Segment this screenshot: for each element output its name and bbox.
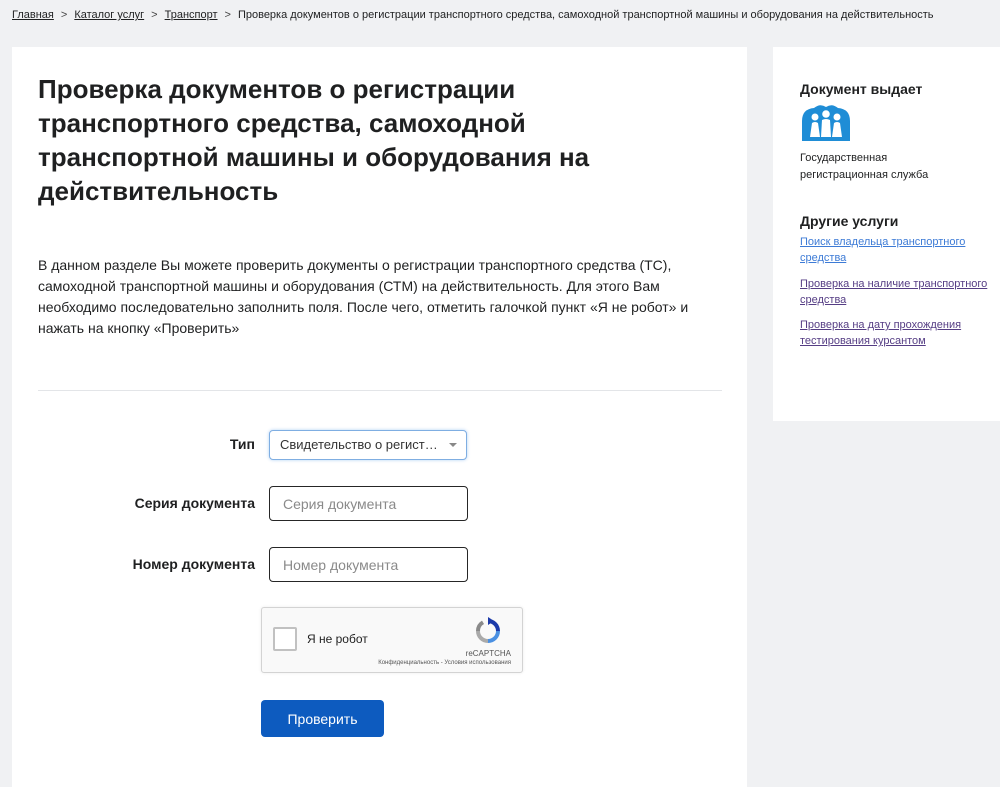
series-input[interactable] — [269, 486, 468, 521]
type-select-value: Свидетельство о регистрации — [280, 437, 462, 452]
recaptcha-brand: reCAPTCHA — [465, 649, 511, 658]
breadcrumb-transport[interactable]: Транспорт — [165, 9, 218, 21]
breadcrumb-catalog[interactable]: Каталог услуг — [74, 9, 144, 21]
chevron-down-icon — [449, 443, 457, 447]
recaptcha-widget: Я не робот reCAPTCHA Конфиденциальность … — [261, 607, 523, 673]
breadcrumb-separator: > — [224, 9, 231, 21]
registration-service-logo — [802, 105, 850, 141]
type-label: Тип — [229, 436, 255, 452]
service-link-test-date[interactable]: Проверка на дату прохождения тестировани… — [800, 317, 990, 349]
issuer-name: Государственная регистрационная служба — [800, 152, 929, 181]
submit-button[interactable]: Проверить — [261, 700, 384, 737]
number-input[interactable] — [269, 547, 468, 582]
main-card: Проверка документов о регистрации трансп… — [12, 47, 747, 787]
breadcrumb-home[interactable]: Главная — [12, 9, 54, 21]
issuer-heading: Документ выдает — [800, 81, 923, 97]
page-title: Проверка документов о регистрации трансп… — [38, 74, 590, 206]
breadcrumb-current: Проверка документов о регистрации трансп… — [237, 9, 934, 21]
intro-text: В данном разделе Вы можете проверить док… — [38, 257, 689, 336]
sidebar-card: Документ выдает Государственная регистра… — [773, 47, 1000, 421]
service-link-owner-search[interactable]: Поиск владельца транспортного средства — [800, 234, 990, 266]
recaptcha-checkbox[interactable] — [273, 627, 297, 651]
breadcrumb-separator: > — [151, 9, 158, 21]
number-label: Номер документа — [132, 556, 255, 572]
service-link-vehicle-check[interactable]: Проверка на наличие транспортного средст… — [800, 276, 990, 308]
recaptcha-terms[interactable]: Конфиденциальность - Условия использован… — [378, 660, 511, 666]
recaptcha-logo-icon — [476, 617, 500, 643]
type-select[interactable]: Свидетельство о регистрации — [269, 430, 467, 460]
breadcrumb-separator: > — [60, 9, 68, 21]
other-services-heading: Другие услуги — [800, 213, 899, 229]
divider — [38, 390, 722, 391]
breadcrumb: Главная > Каталог услуг > Транспорт > Проверка… — [12, 9, 992, 21]
recaptcha-label: Я не робот — [307, 632, 368, 646]
series-label: Серия документа — [134, 495, 255, 511]
